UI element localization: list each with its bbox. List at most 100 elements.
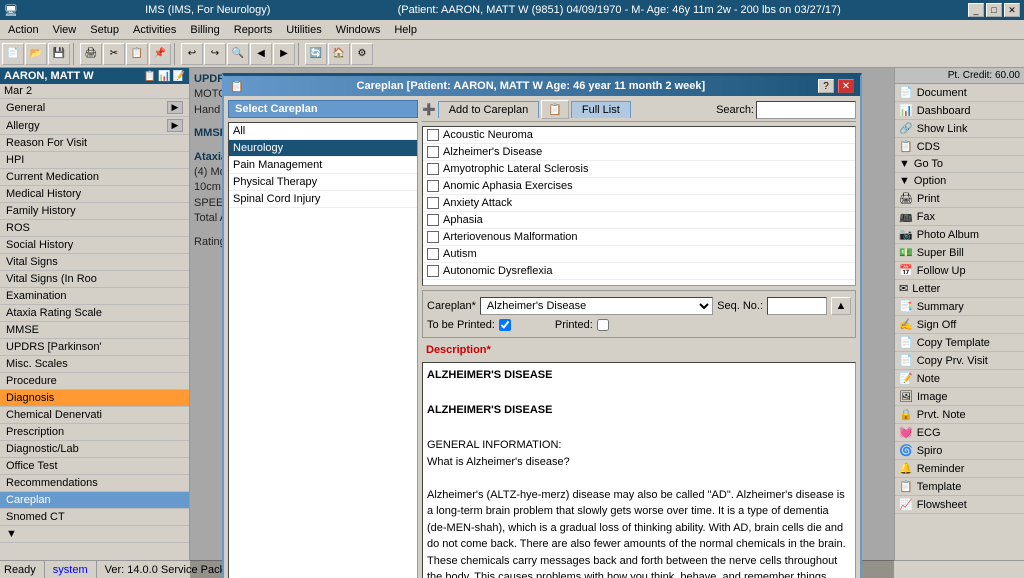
nav-office-test[interactable]: Office Test: [0, 458, 189, 475]
sidebar-super-bill[interactable]: 💵 Super Bill: [895, 244, 1024, 262]
search-input[interactable]: [756, 101, 856, 119]
sidebar-option[interactable]: ▼ Option: [895, 173, 1024, 190]
sidebar-print[interactable]: 🖨 Print: [895, 190, 1024, 208]
condition-acoustic[interactable]: Acoustic Neuroma: [423, 127, 855, 144]
nav-careplan[interactable]: Careplan: [0, 492, 189, 509]
open-button[interactable]: 📂: [25, 43, 47, 65]
menu-setup[interactable]: Setup: [84, 22, 125, 38]
sidebar-goto[interactable]: ▼ Go To: [895, 156, 1024, 173]
sidebar-flowsheet[interactable]: 📈 Flowsheet: [895, 496, 1024, 514]
nav-family-history[interactable]: Family History: [0, 203, 189, 220]
checkbox-aphasia[interactable]: [427, 214, 439, 226]
icon-1[interactable]: 📋: [144, 71, 156, 82]
checkbox-autonomic[interactable]: [427, 265, 439, 277]
menu-activities[interactable]: Activities: [127, 22, 182, 38]
cut-button[interactable]: ✂: [103, 43, 125, 65]
sidebar-show-link[interactable]: 🔗 Show Link: [895, 120, 1024, 138]
checkbox-acoustic[interactable]: [427, 129, 439, 141]
sidebar-note[interactable]: 📝 Note: [895, 370, 1024, 388]
home-button[interactable]: 🏠: [328, 43, 350, 65]
sidebar-cds[interactable]: 📋 CDS: [895, 138, 1024, 156]
seq-no-input[interactable]: [767, 297, 827, 315]
menu-view[interactable]: View: [47, 22, 83, 38]
condition-list[interactable]: Acoustic Neuroma Alzheimer's Disease Amy…: [422, 126, 856, 286]
new-button[interactable]: 📄: [2, 43, 24, 65]
nav-allergy[interactable]: Allergy▶: [0, 117, 189, 135]
nav-social-history[interactable]: Social History: [0, 237, 189, 254]
printed-checkbox[interactable]: [597, 319, 609, 331]
settings-button[interactable]: ⚙: [351, 43, 373, 65]
maximize-button[interactable]: □: [986, 3, 1002, 17]
sidebar-copy-template[interactable]: 📄 Copy Template: [895, 334, 1024, 352]
careplan-spinal[interactable]: Spinal Cord Injury: [229, 191, 417, 208]
sidebar-document[interactable]: 📄 Document: [895, 84, 1024, 102]
nav-vital-signs[interactable]: Vital Signs: [0, 254, 189, 271]
nav-ataxia-rating[interactable]: Ataxia Rating Scale: [0, 305, 189, 322]
nav-general[interactable]: General▶: [0, 99, 189, 117]
nav-mmse[interactable]: MMSE: [0, 322, 189, 339]
copy-button[interactable]: 📋: [126, 43, 148, 65]
to-be-printed-checkbox[interactable]: [499, 319, 511, 331]
careplan-list[interactable]: All Neurology Pain Management Physical T…: [228, 122, 418, 578]
condition-anomic[interactable]: Anomic Aphasia Exercises: [423, 178, 855, 195]
sidebar-letter[interactable]: ✉ Letter: [895, 280, 1024, 298]
nav-snomed[interactable]: Snomed CT: [0, 509, 189, 526]
condition-autonomic[interactable]: Autonomic Dysreflexia: [423, 263, 855, 280]
checkbox-alzheimers[interactable]: [427, 146, 439, 158]
careplan-all[interactable]: All: [229, 123, 417, 140]
copy-icon-btn[interactable]: 📋: [541, 100, 569, 119]
menu-utilities[interactable]: Utilities: [280, 22, 327, 38]
refresh-button[interactable]: 🔄: [305, 43, 327, 65]
careplan-physical[interactable]: Physical Therapy: [229, 174, 417, 191]
modal-close-button[interactable]: ✕: [838, 79, 854, 93]
checkbox-anomic[interactable]: [427, 180, 439, 192]
nav-vital-signs-room[interactable]: Vital Signs (In Roo: [0, 271, 189, 288]
nav-medical-history[interactable]: Medical History: [0, 186, 189, 203]
condition-aphasia[interactable]: Aphasia: [423, 212, 855, 229]
sidebar-photo[interactable]: 📷 Photo Album: [895, 226, 1024, 244]
condition-anxiety[interactable]: Anxiety Attack: [423, 195, 855, 212]
forward-button[interactable]: ▶: [273, 43, 295, 65]
find-button[interactable]: 🔍: [227, 43, 249, 65]
checkbox-autism[interactable]: [427, 248, 439, 260]
sidebar-reminder[interactable]: 🔔 Reminder: [895, 460, 1024, 478]
nav-examination[interactable]: Examination: [0, 288, 189, 305]
sidebar-sign-off[interactable]: ✍ Sign Off: [895, 316, 1024, 334]
condition-alzheimers[interactable]: Alzheimer's Disease: [423, 144, 855, 161]
careplan-neurology[interactable]: Neurology: [229, 140, 417, 157]
menu-windows[interactable]: Windows: [330, 22, 387, 38]
sidebar-spiro[interactable]: 🌀 Spiro: [895, 442, 1024, 460]
undo-button[interactable]: ↩: [181, 43, 203, 65]
sidebar-summary[interactable]: 📑 Summary: [895, 298, 1024, 316]
menu-billing[interactable]: Billing: [184, 22, 225, 38]
sidebar-ecg[interactable]: 💓 ECG: [895, 424, 1024, 442]
close-button[interactable]: ✕: [1004, 3, 1020, 17]
description-area[interactable]: ALZHEIMER'S DISEASE ALZHEIMER'S DISEASE …: [422, 362, 856, 578]
menu-reports[interactable]: Reports: [228, 22, 279, 38]
nav-diagnosis[interactable]: Diagnosis: [0, 390, 189, 407]
careplan-pain[interactable]: Pain Management: [229, 157, 417, 174]
save-toolbar-button[interactable]: 💾: [48, 43, 70, 65]
sidebar-template[interactable]: 📋 Template: [895, 478, 1024, 496]
nav-procedure[interactable]: Procedure: [0, 373, 189, 390]
nav-diagnostic-lab[interactable]: Diagnostic/Lab: [0, 441, 189, 458]
nav-reason-visit[interactable]: Reason For Visit: [0, 135, 189, 152]
condition-autism[interactable]: Autism: [423, 246, 855, 263]
menu-help[interactable]: Help: [388, 22, 423, 38]
tab-full-list[interactable]: Full List: [571, 101, 631, 118]
sidebar-copy-prev[interactable]: 📄 Copy Prv. Visit: [895, 352, 1024, 370]
nav-prescription[interactable]: Prescription: [0, 424, 189, 441]
print-button[interactable]: 🖨: [80, 43, 102, 65]
modal-help-button[interactable]: ?: [818, 79, 834, 93]
careplan-field-select[interactable]: Alzheimer's Disease: [480, 297, 713, 315]
checkbox-arteriovenous[interactable]: [427, 231, 439, 243]
tab-add-to-careplan[interactable]: Add to Careplan: [438, 101, 540, 118]
sidebar-dashboard[interactable]: 📊 Dashboard: [895, 102, 1024, 120]
nav-hpi[interactable]: HPI: [0, 152, 189, 169]
menu-action[interactable]: Action: [2, 22, 45, 38]
checkbox-als[interactable]: [427, 163, 439, 175]
sidebar-fax[interactable]: 📠 Fax: [895, 208, 1024, 226]
sidebar-image[interactable]: 🖼 Image: [895, 388, 1024, 406]
icon-3[interactable]: 📝: [173, 71, 185, 82]
condition-arteriovenous[interactable]: Arteriovenous Malformation: [423, 229, 855, 246]
